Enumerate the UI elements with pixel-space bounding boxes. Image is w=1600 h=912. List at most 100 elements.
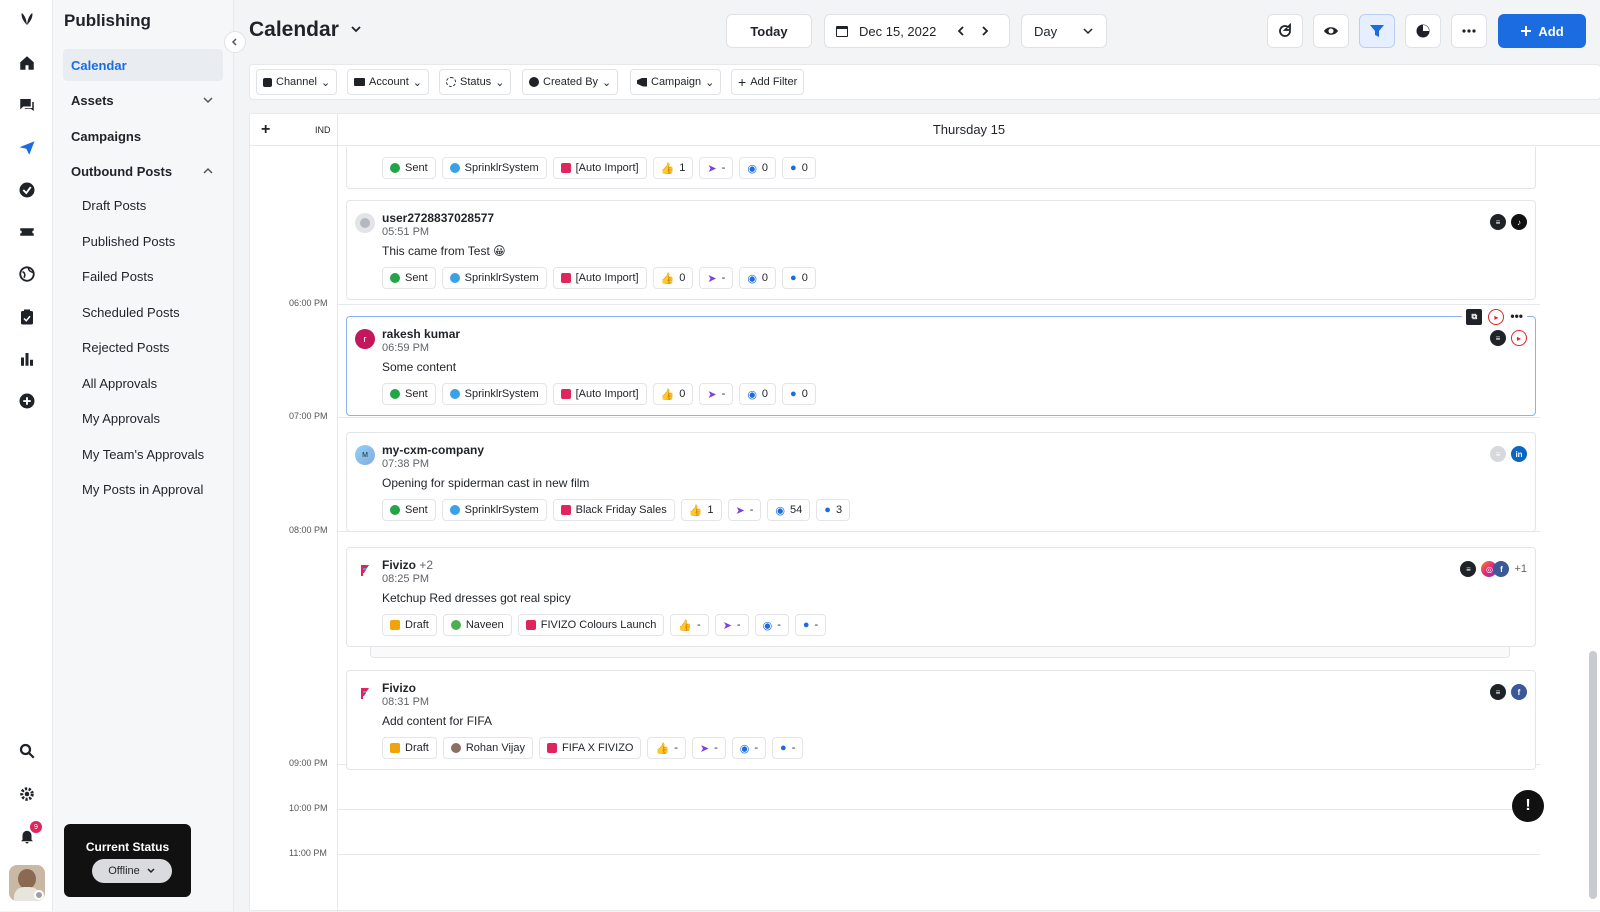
sidebar-subitem-all-approvals[interactable]: All Approvals bbox=[82, 374, 157, 394]
sidebar-item-outbound-posts[interactable]: Outbound Posts bbox=[63, 155, 223, 187]
youtube-icon[interactable]: ▸ bbox=[1488, 309, 1505, 325]
clipboard-icon[interactable] bbox=[14, 304, 40, 330]
campaign-tag: [Auto Import] bbox=[552, 383, 647, 405]
today-button[interactable]: Today bbox=[726, 14, 812, 48]
chat-icon[interactable] bbox=[14, 92, 40, 118]
time-label: 06:00 PM bbox=[289, 298, 328, 308]
more-options-button[interactable] bbox=[1451, 14, 1487, 48]
channel-icons: ≡ in bbox=[1490, 446, 1527, 462]
status-value: Offline bbox=[108, 865, 140, 877]
sidebar-subitem-draft-posts[interactable]: Draft Posts bbox=[82, 196, 146, 216]
post-message: Add content for FIFA bbox=[382, 714, 493, 728]
sidebar-subitem-my-approvals[interactable]: My Approvals bbox=[82, 409, 160, 429]
more-horizontal-icon[interactable]: ••• bbox=[1510, 309, 1523, 325]
likes-tag: 👍 - bbox=[647, 737, 686, 759]
check-circle-icon[interactable] bbox=[14, 177, 40, 203]
share-icon: ➤ bbox=[699, 742, 710, 755]
collapse-sidebar-button[interactable] bbox=[224, 31, 246, 53]
tag-text: Rohan Vijay bbox=[465, 742, 525, 754]
sidebar-subitem-published-posts[interactable]: Published Posts bbox=[82, 232, 175, 252]
post-card[interactable]: M my-cxm-company 07:38 PM Opening for sp… bbox=[346, 432, 1536, 532]
user-tag: SprinklrSystem bbox=[441, 383, 547, 405]
plus-circle-icon[interactable] bbox=[14, 388, 40, 414]
post-message: This came from Test 😀 bbox=[382, 244, 506, 258]
scrollbar[interactable] bbox=[1589, 651, 1597, 899]
facebook-icon: f bbox=[1493, 561, 1510, 577]
sidebar-item-campaigns[interactable]: Campaigns bbox=[63, 120, 223, 152]
view-select[interactable]: Day bbox=[1021, 14, 1107, 48]
sidebar-item-assets[interactable]: Assets bbox=[63, 84, 223, 116]
globe-icon[interactable] bbox=[14, 261, 40, 287]
add-filter-button[interactable]: + Add Filter bbox=[731, 69, 805, 95]
current-status-popover: Current Status Offline bbox=[64, 824, 191, 897]
eye-icon: ◉ bbox=[747, 388, 757, 401]
megaphone-icon bbox=[560, 505, 571, 515]
megaphone-icon bbox=[560, 389, 571, 399]
bar-chart-icon[interactable] bbox=[14, 346, 40, 372]
chevron-left-icon[interactable] bbox=[954, 24, 968, 38]
sidebar-subitem-rejected-posts[interactable]: Rejected Posts bbox=[82, 338, 169, 358]
chevron-right-icon[interactable] bbox=[978, 24, 992, 38]
megaphone-icon bbox=[560, 273, 571, 283]
status-dropdown[interactable]: Offline bbox=[92, 859, 172, 883]
sidebar-item-calendar[interactable]: Calendar bbox=[63, 49, 223, 81]
home-icon[interactable] bbox=[14, 50, 40, 76]
publishing-icon[interactable] bbox=[14, 135, 40, 161]
preview-button[interactable] bbox=[1313, 14, 1349, 48]
status-badge: Draft bbox=[382, 614, 437, 636]
search-icon[interactable] bbox=[14, 738, 40, 764]
filter-button[interactable] bbox=[1359, 14, 1395, 48]
sprinklr-logo-icon[interactable] bbox=[14, 6, 40, 32]
filter-label: Created By bbox=[543, 76, 599, 88]
filter-created-by[interactable]: Created By ⌄ bbox=[522, 69, 619, 95]
eye-icon: ◉ bbox=[762, 619, 773, 632]
time-label: 08:00 PM bbox=[289, 525, 328, 535]
analytics-button[interactable] bbox=[1405, 14, 1441, 48]
filter-channel[interactable]: Channel ⌄ bbox=[256, 69, 338, 95]
tag-text: - bbox=[814, 619, 819, 631]
post-card[interactable]: Sent SprinklrSystem [Auto Import] 👍 1 ➤ - … bbox=[346, 147, 1536, 189]
ticket-icon[interactable] bbox=[14, 219, 40, 245]
megaphone-icon bbox=[637, 77, 647, 87]
add-event-button[interactable]: + bbox=[261, 121, 270, 139]
chevron-down-icon: ⌄ bbox=[705, 76, 715, 89]
sidebar-subitem-failed-posts[interactable]: Failed Posts bbox=[82, 267, 154, 287]
sidebar-subitem-team-approvals[interactable]: My Team's Approvals bbox=[82, 445, 204, 465]
filter-account[interactable]: Account ⌄ bbox=[347, 69, 429, 95]
hour-line bbox=[338, 304, 1540, 305]
post-card[interactable]: user2728837028577 05:51 PM This came fro… bbox=[346, 200, 1536, 300]
channel-icons: ≡ f bbox=[1490, 684, 1527, 700]
refresh-button[interactable] bbox=[1267, 14, 1303, 48]
user-tag: SprinklrSystem bbox=[441, 267, 547, 289]
add-button[interactable]: Add bbox=[1498, 14, 1586, 48]
feedback-alert-button[interactable]: ! bbox=[1512, 790, 1544, 822]
chevron-down-icon[interactable] bbox=[349, 22, 363, 36]
tag-text: 54 bbox=[790, 504, 803, 516]
tag-text: FIVIZO Colours Launch bbox=[540, 619, 657, 631]
status-title: Current Status bbox=[85, 840, 170, 854]
sidebar-subitem-scheduled-posts[interactable]: Scheduled Posts bbox=[82, 303, 180, 323]
filter-bar: Channel ⌄ Account ⌄ Status ⌄ Created By ⌄ Ca… bbox=[249, 64, 1600, 100]
date-picker[interactable]: Dec 15, 2022 bbox=[824, 14, 1010, 48]
campaign-tag: [Auto Import] bbox=[552, 267, 647, 289]
post-card[interactable]: Fivizo +2 08:25 PM Ketchup Red dresses g… bbox=[346, 547, 1536, 647]
icon-rail: 9 bbox=[0, 0, 53, 911]
card-hover-actions: ⧉ ▸ ••• bbox=[1462, 307, 1527, 327]
post-author: user2728837028577 bbox=[382, 211, 495, 225]
comment-icon: ● bbox=[790, 272, 797, 284]
filter-status[interactable]: Status ⌄ bbox=[439, 69, 512, 95]
views-tag: ◉ 0 bbox=[739, 383, 777, 405]
thumbs-up-icon: 👍 bbox=[688, 504, 703, 517]
exclamation-icon: ! bbox=[1525, 797, 1531, 814]
post-card[interactable]: Fivizo 08:31 PM Add content for FIFA ≡ f … bbox=[346, 670, 1536, 770]
filter-campaign[interactable]: Campaign ⌄ bbox=[630, 69, 722, 95]
time-gutter: + IND 06:00 PM 07:00 PM 08:00 PM 09:00 P… bbox=[250, 114, 338, 912]
likes-tag: 👍 0 bbox=[652, 267, 694, 289]
shares-tag: ➤ - bbox=[691, 737, 726, 759]
duplicate-icon[interactable]: ⧉ bbox=[1466, 309, 1483, 325]
post-card-selected[interactable]: ⧉ ▸ ••• r rakesh kumar 06:59 PM Some con… bbox=[346, 307, 1536, 416]
sidebar-subitem-my-posts-in-approval[interactable]: My Posts in Approval bbox=[82, 480, 203, 500]
gear-icon[interactable] bbox=[14, 781, 40, 807]
bell-icon[interactable]: 9 bbox=[14, 821, 42, 849]
avatar[interactable] bbox=[9, 865, 45, 901]
